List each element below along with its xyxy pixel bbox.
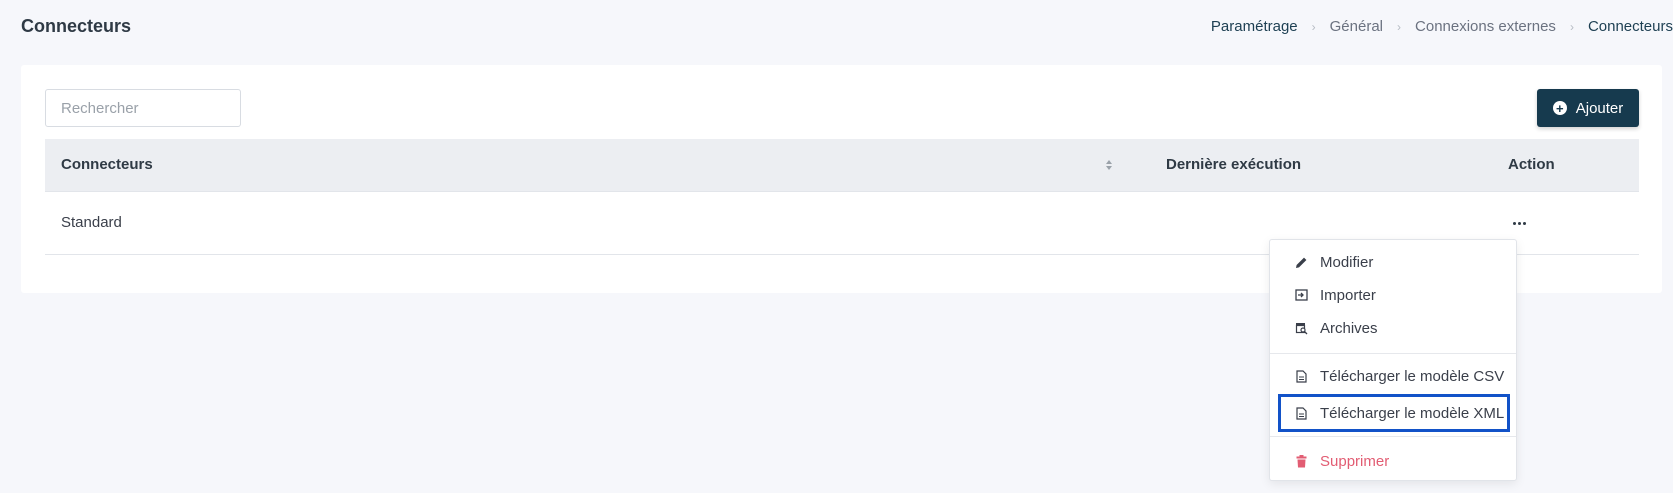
add-button-label: Ajouter xyxy=(1575,99,1624,117)
breadcrumb-parametrage[interactable]: Paramétrage xyxy=(1211,18,1298,35)
add-button[interactable]: + Ajouter xyxy=(1537,89,1639,127)
menu-item-label: Importer xyxy=(1320,286,1376,304)
column-header-connecteurs[interactable]: Connecteurs xyxy=(61,156,153,173)
chevron-right-icon: › xyxy=(1397,19,1402,34)
menu-item-archives[interactable]: Archives xyxy=(1270,313,1516,343)
breadcrumb-general[interactable]: Général xyxy=(1330,18,1383,35)
menu-item-download-csv[interactable]: Télécharger le modèle CSV xyxy=(1270,361,1516,391)
chevron-right-icon: › xyxy=(1569,19,1574,34)
menu-item-supprimer[interactable]: Supprimer xyxy=(1270,446,1516,476)
breadcrumb-connexions-externes[interactable]: Connexions externes xyxy=(1415,18,1556,35)
menu-item-label: Supprimer xyxy=(1320,452,1390,470)
file-icon xyxy=(1294,369,1308,383)
archive-search-icon xyxy=(1294,321,1308,335)
menu-item-label: Archives xyxy=(1320,319,1378,337)
menu-divider xyxy=(1270,353,1516,354)
menu-item-label: Télécharger le modèle CSV xyxy=(1320,367,1505,385)
column-header-action: Action xyxy=(1508,156,1555,173)
breadcrumb-connecteurs: Connecteurs xyxy=(1587,18,1673,35)
pencil-icon xyxy=(1294,255,1308,269)
search-input[interactable] xyxy=(45,89,241,127)
action-menu: Modifier Importer Archives Télécharger l… xyxy=(1269,239,1517,481)
trash-icon xyxy=(1294,454,1308,468)
import-icon xyxy=(1294,288,1308,302)
page-title: Connecteurs xyxy=(21,16,132,36)
menu-item-modifier[interactable]: Modifier xyxy=(1270,247,1516,277)
file-icon xyxy=(1294,406,1308,420)
column-header-derniere-execution: Dernière exécution xyxy=(1166,156,1302,173)
menu-item-download-xml[interactable]: Télécharger le modèle XML xyxy=(1270,398,1516,428)
plus-circle-icon: + xyxy=(1552,101,1567,115)
menu-item-importer[interactable]: Importer xyxy=(1270,280,1516,310)
table-header: Connecteurs Dernière exécution Action xyxy=(45,139,1639,192)
menu-divider xyxy=(1270,436,1516,437)
menu-item-label: Modifier xyxy=(1320,253,1374,271)
more-actions-icon[interactable] xyxy=(1507,215,1531,231)
connector-name: Standard xyxy=(61,214,122,231)
chevron-right-icon: › xyxy=(1311,19,1316,34)
sort-icon[interactable] xyxy=(1105,158,1113,172)
menu-item-label: Télécharger le modèle XML xyxy=(1320,404,1505,422)
breadcrumb: Paramétrage › Général › Connexions exter… xyxy=(1211,18,1673,35)
